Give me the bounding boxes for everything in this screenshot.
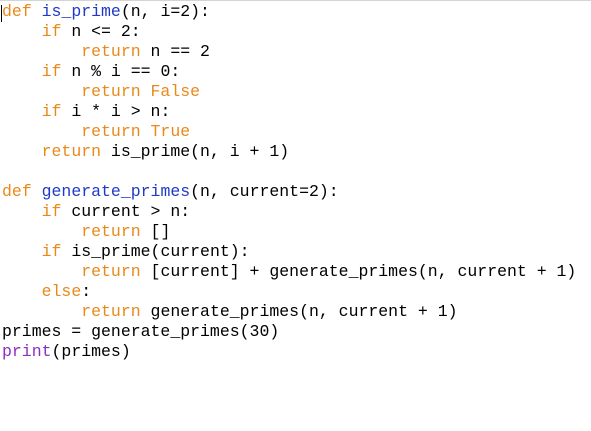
code-token: current > n: — [61, 202, 191, 221]
code-token: [] — [140, 222, 171, 241]
code-line[interactable]: return generate_primes(n, current + 1) — [2, 302, 576, 322]
code-token: def — [2, 182, 32, 201]
code-line[interactable]: return n == 2 — [2, 42, 576, 62]
code-token: is_prime(current): — [61, 242, 250, 261]
code-line[interactable]: else: — [2, 282, 576, 302]
code-line[interactable]: if n <= 2: — [2, 22, 576, 42]
code-line[interactable] — [2, 162, 576, 182]
code-line[interactable]: def generate_primes(n, current=2): — [2, 182, 576, 202]
code-editor[interactable]: def is_prime(n, i=2): if n <= 2: return … — [0, 0, 591, 431]
code-line[interactable]: return is_prime(n, i + 1) — [2, 142, 576, 162]
code-token: if — [41, 22, 62, 41]
code-token: return False — [81, 82, 201, 101]
code-token: else — [41, 282, 82, 301]
code-token: return True — [81, 122, 191, 141]
code-token: if — [41, 102, 62, 121]
code-token: if — [41, 62, 62, 81]
code-token: : — [81, 282, 92, 301]
code-line[interactable]: print(primes) — [2, 342, 576, 362]
code-token: return — [81, 42, 141, 61]
code-line[interactable]: if i * i > n: — [2, 102, 576, 122]
code-line[interactable]: return [current] + generate_primes(n, cu… — [2, 262, 576, 282]
code-token: print — [2, 342, 52, 361]
code-token: return — [81, 222, 141, 241]
code-token: (primes) — [51, 342, 131, 361]
code-token: return — [81, 302, 141, 321]
code-line[interactable]: return [] — [2, 222, 576, 242]
code-token: n <= 2: — [61, 22, 141, 41]
code-token: n % i == 0: — [61, 62, 181, 81]
code-token: (n, i=2): — [120, 2, 210, 21]
code-token: if — [41, 202, 62, 221]
code-token: if — [41, 242, 62, 261]
code-token: [current] + generate_primes(n, current +… — [140, 262, 577, 281]
code-token: generate_primes(n, current + 1) — [140, 302, 458, 321]
code-line[interactable]: def is_prime(n, i=2): — [2, 2, 576, 22]
code-token: primes = generate_primes(30) — [2, 322, 280, 341]
code-token: i * i > n: — [61, 102, 171, 121]
code-line[interactable]: return True — [2, 122, 576, 142]
code-token: is_prime(n, i + 1) — [101, 142, 290, 161]
code-token: n == 2 — [140, 42, 210, 61]
code-area[interactable]: def is_prime(n, i=2): if n <= 2: return … — [2, 2, 576, 362]
code-line[interactable]: if current > n: — [2, 202, 576, 222]
code-token: def — [2, 2, 32, 21]
code-token: return — [41, 142, 102, 161]
code-token: (n, current=2): — [190, 182, 339, 201]
code-line[interactable]: primes = generate_primes(30) — [2, 322, 576, 342]
code-token: is_prime — [41, 2, 121, 21]
code-line[interactable]: if n % i == 0: — [2, 62, 576, 82]
code-token: generate_primes — [41, 182, 191, 201]
code-line[interactable]: return False — [2, 82, 576, 102]
code-line[interactable]: if is_prime(current): — [2, 242, 576, 262]
code-token: return — [81, 262, 141, 281]
